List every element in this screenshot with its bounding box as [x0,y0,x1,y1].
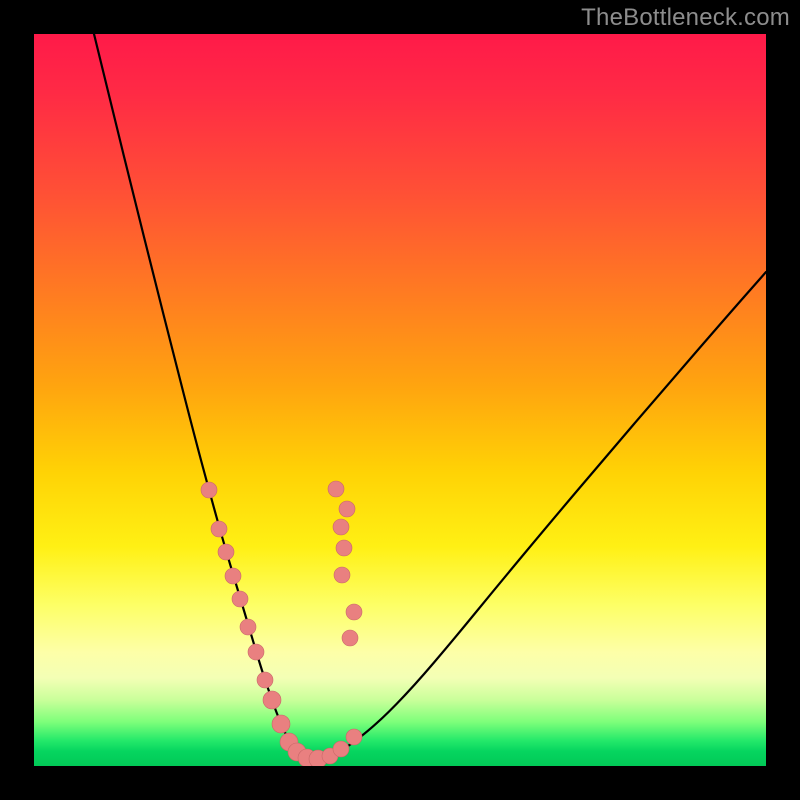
bottleneck-curve [94,34,766,759]
curve-layer [34,34,766,766]
marker-dot [333,519,349,535]
marker-dot [248,644,264,660]
marker-dot [272,715,290,733]
marker-dot [218,544,234,560]
marker-dot [346,604,362,620]
marker-dot [342,630,358,646]
marker-dot [339,501,355,517]
marker-dot [257,672,273,688]
marker-dot [201,482,217,498]
marker-dot [211,521,227,537]
marker-dot [333,741,349,757]
marker-dot [225,568,241,584]
chart-frame: TheBottleneck.com [0,0,800,800]
marker-dot [336,540,352,556]
watermark-text: TheBottleneck.com [581,4,790,32]
marker-dot [334,567,350,583]
marker-dot [232,591,248,607]
marker-dot [240,619,256,635]
marker-dot [328,481,344,497]
marker-group [201,481,362,766]
plot-area [34,34,766,766]
marker-dot [346,729,362,745]
marker-dot [263,691,281,709]
